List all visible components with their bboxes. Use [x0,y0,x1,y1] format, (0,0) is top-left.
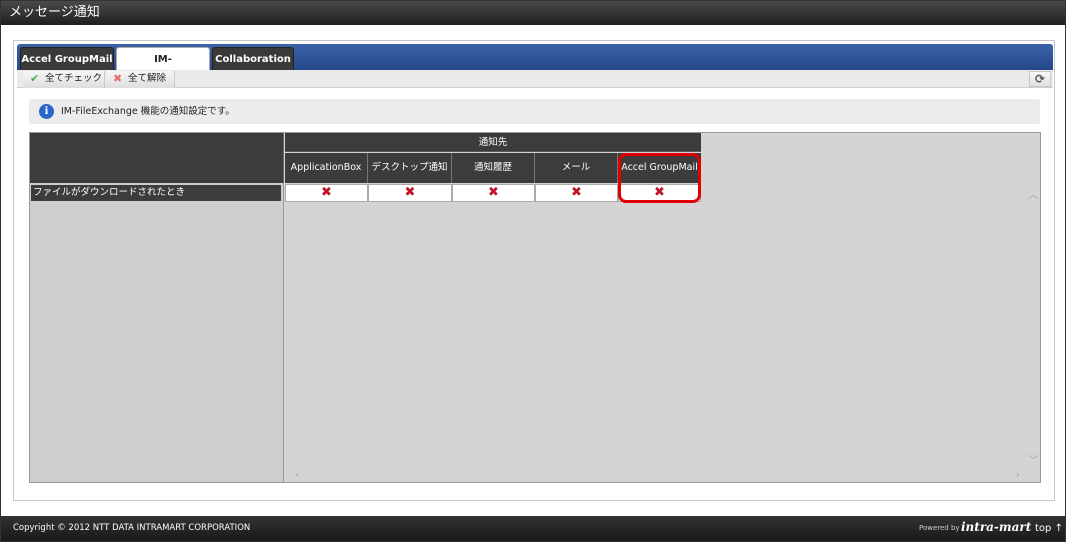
powered-by-text: Powered by [919,524,960,532]
window-title: メッセージ通知 [1,1,1065,25]
cell-mail-toggle[interactable]: ✖ [535,184,618,202]
intra-mart-logo: intra-mart [961,520,1032,534]
cell-accel-groupmail-toggle[interactable]: ✖ [618,184,701,202]
column-header-desktop-notification: デスクトップ通知 [368,153,452,183]
vertical-scrollbar[interactable]: ︿ ﹀ [1026,184,1040,470]
scroll-left-icon[interactable]: ‹ [295,468,299,481]
tab-accel-groupmail[interactable]: Accel GroupMail [20,47,114,71]
uncheck-icon: ✖ [113,72,123,85]
scroll-up-icon[interactable]: ︿ [1028,186,1039,202]
uncheck-all-button[interactable]: ✖ 全て解除 [106,71,175,88]
tab-collaboration[interactable]: Collaboration [212,47,294,71]
info-message: i IM-FileExchange 機能の通知設定です。 [29,99,1040,124]
tab-im-fileexchange[interactable]: IM-FileExchange [116,47,210,88]
column-header-accel-groupmail: Accel GroupMail [618,153,701,183]
check-all-button[interactable]: ✔ 全てチェック [23,71,105,88]
grid-header-corner [30,133,284,183]
info-text: IM-FileExchange 機能の通知設定です。 [61,106,235,117]
column-header-mail: メール [535,153,618,183]
column-header-notification-history: 通知履歴 [452,153,535,183]
cell-notification-history-toggle[interactable]: ✖ [452,184,535,202]
scroll-right-icon[interactable]: › [1016,468,1020,481]
top-link[interactable]: top ↑ [1035,516,1063,541]
notification-panel: Accel GroupMail IM-FileExchange Collabor… [13,40,1055,501]
cell-applicationbox-toggle[interactable]: ✖ [285,184,368,202]
check-all-label: 全てチェック [45,73,103,84]
row-label-column: ファイルがダウンロードされたとき [30,183,284,482]
check-icon: ✔ [30,72,40,85]
column-header-applicationbox: ApplicationBox [285,153,368,183]
scroll-down-icon[interactable]: ﹀ [1028,452,1039,468]
uncheck-all-label: 全て解除 [128,73,167,84]
copyright-text: Copyright © 2012 NTT DATA INTRAMART CORP… [13,523,251,533]
horizontal-scrollbar[interactable]: ‹ › [285,468,1026,482]
refresh-button[interactable]: ⟳ [1029,71,1051,87]
group-header-destination: 通知先 [285,133,701,152]
cell-desktop-notification-toggle[interactable]: ✖ [368,184,452,202]
footer: Copyright © 2012 NTT DATA INTRAMART CORP… [1,516,1065,541]
refresh-icon: ⟳ [1034,72,1046,86]
tab-bar: Accel GroupMail IM-FileExchange Collabor… [17,44,1053,88]
toolbar: ✔ 全てチェック ✖ 全て解除 ⟳ [17,70,1053,88]
row-label-file-downloaded: ファイルがダウンロードされたとき [31,185,281,201]
info-icon: i [39,104,54,119]
notification-grid: ファイルがダウンロードされたとき 通知先 ApplicationBox デスクト… [29,132,1041,483]
